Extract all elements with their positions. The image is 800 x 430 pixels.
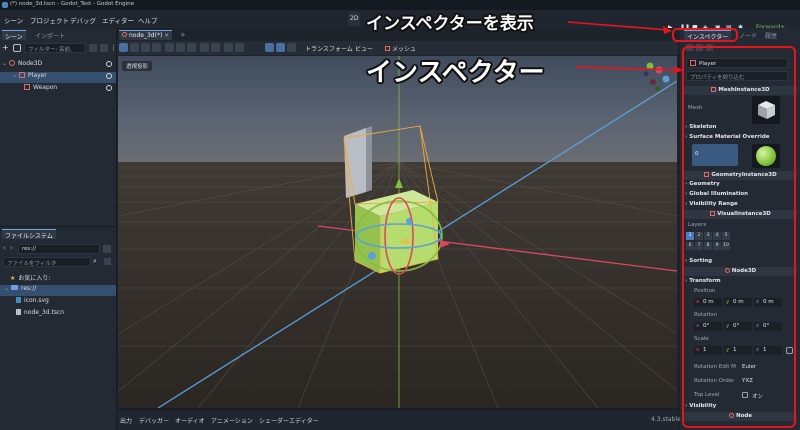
annotation-show-inspector: インスペクターを表示	[366, 14, 534, 34]
annotation-inspector: インスペクター	[366, 58, 545, 88]
